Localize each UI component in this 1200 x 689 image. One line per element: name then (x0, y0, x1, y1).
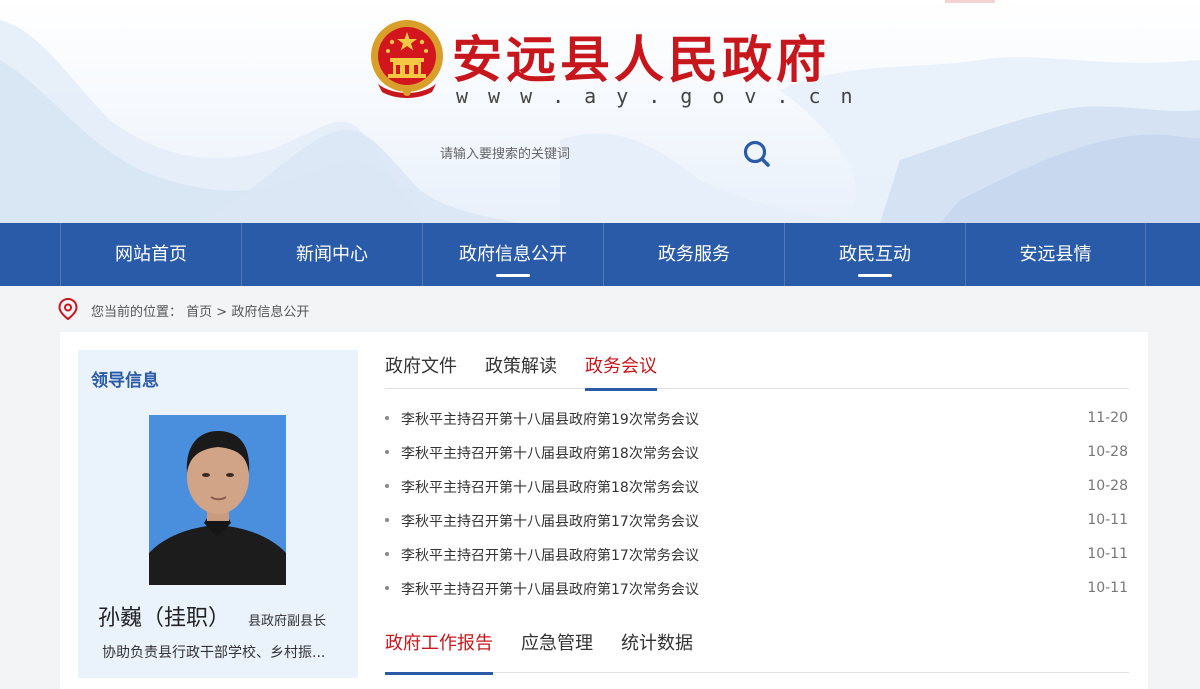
nav-active-indicator (858, 274, 892, 277)
tab-gov-meetings[interactable]: 政务会议 (585, 352, 657, 391)
breadcrumb-prefix: 您当前的位置： (91, 305, 183, 320)
leader-duty: 协助负责县行政干部学校、乡村振... (102, 645, 326, 661)
nav-item-label: 政务服务 (658, 244, 730, 265)
leader-photo[interactable] (149, 415, 286, 585)
news-date: 10-28 (1087, 478, 1128, 494)
leader-card[interactable]: 领导信息 孙巍（挂职） 县政府副县长 协助负责县行政干部学校、乡村振... (78, 350, 358, 678)
list-item[interactable]: 李秋平主持召开第十八届县政府第17次常务会议 10-11 (385, 538, 1129, 572)
top-accent-bar (945, 0, 995, 3)
breadcrumb-current-link[interactable]: 政府信息公开 (231, 305, 309, 320)
bullet-icon (385, 518, 389, 522)
breadcrumb-home-link[interactable]: 首页 (186, 305, 212, 320)
list-item[interactable]: 李秋平主持召开第十八届县政府第17次常务会议 10-11 (385, 572, 1129, 606)
tab-active-indicator (385, 672, 493, 675)
news-date: 10-28 (1087, 444, 1128, 460)
location-pin-icon (58, 298, 78, 320)
nav-item-label: 安远县情 (1019, 244, 1092, 265)
site-header: 安远县人民政府 www.ay.gov.cn (0, 0, 1200, 223)
leader-section-title: 领导信息 (91, 371, 159, 391)
bullet-icon (385, 484, 389, 488)
tab-policy-interpretation[interactable]: 政策解读 (485, 352, 557, 389)
leader-position: 县政府副县长 (248, 614, 327, 629)
site-url: www.ay.gov.cn (456, 84, 873, 108)
tab-label: 政府文件 (385, 356, 457, 377)
tab-label: 政务会议 (585, 356, 657, 377)
list-item[interactable]: 李秋平主持召开第十八届县政府第18次常务会议 10-28 (385, 436, 1129, 470)
nav-item-label: 网站首页 (115, 244, 187, 265)
news-title[interactable]: 李秋平主持召开第十八届县政府第17次常务会议 (401, 511, 699, 531)
list-item[interactable]: 李秋平主持召开第十八届县政府第17次常务会议 10-11 (385, 504, 1129, 538)
nav-item-home[interactable]: 网站首页 (60, 223, 241, 286)
nav-item-services[interactable]: 政务服务 (603, 223, 784, 286)
nav-item-label: 新闻中心 (296, 244, 368, 265)
nav-item-label: 政民互动 (839, 244, 911, 265)
nav-item-news[interactable]: 新闻中心 (241, 223, 422, 286)
news-title[interactable]: 李秋平主持召开第十八届县政府第18次常务会议 (401, 477, 699, 497)
search-icon[interactable] (740, 138, 774, 170)
news-title[interactable]: 李秋平主持召开第十八届县政府第17次常务会议 (401, 579, 699, 599)
leader-name[interactable]: 孙巍（挂职） (98, 600, 230, 632)
bullet-icon (385, 416, 389, 420)
news-date: 10-11 (1087, 580, 1128, 596)
news-date: 10-11 (1087, 546, 1128, 562)
news-date: 10-11 (1087, 512, 1128, 528)
news-date: 11-20 (1087, 410, 1128, 426)
bullet-icon (385, 586, 389, 590)
list-item[interactable]: 李秋平主持召开第十八届县政府第18次常务会议 10-28 (385, 470, 1129, 504)
tab-label: 统计数据 (621, 633, 693, 654)
search-box (424, 132, 784, 176)
list-item[interactable]: 李秋平主持召开第十八届县政府第19次常务会议 11-20 (385, 402, 1129, 436)
tab-statistics[interactable]: 统计数据 (621, 629, 693, 666)
tab-label: 政府工作报告 (385, 633, 493, 654)
news-title[interactable]: 李秋平主持召开第十八届县政府第17次常务会议 (401, 545, 699, 565)
news-title[interactable]: 李秋平主持召开第十八届县政府第19次常务会议 (401, 409, 699, 429)
nav-active-indicator (496, 274, 530, 277)
nav-item-county-info[interactable]: 安远县情 (965, 223, 1146, 286)
site-title: 安远县人民政府 (452, 30, 830, 89)
breadcrumb-separator: > (212, 305, 232, 320)
content-panel: 政府文件 政策解读 政务会议 李秋平主持召开第十八届县政府第19次常务会议 11… (370, 332, 1148, 689)
news-title[interactable]: 李秋平主持召开第十八届县政府第18次常务会议 (401, 443, 699, 463)
tab-gov-documents[interactable]: 政府文件 (385, 352, 457, 389)
tab-emergency-management[interactable]: 应急管理 (521, 629, 593, 666)
search-input[interactable] (424, 132, 734, 176)
nav-item-gov-info[interactable]: 政府信息公开 (422, 223, 603, 286)
national-emblem-icon (371, 20, 443, 98)
tab-bar-bottom: 政府工作报告 应急管理 统计数据 (385, 629, 1129, 675)
breadcrumb-text: 您当前的位置： 首页 > 政府信息公开 (91, 301, 309, 320)
nav-item-interaction[interactable]: 政民互动 (784, 223, 965, 286)
nav-item-label: 政府信息公开 (459, 244, 567, 265)
tab-label: 应急管理 (521, 633, 593, 654)
tab-bar-top: 政府文件 政策解读 政务会议 (385, 352, 1129, 391)
bullet-icon (385, 450, 389, 454)
bullet-icon (385, 552, 389, 556)
tab-work-report[interactable]: 政府工作报告 (385, 629, 493, 675)
leader-panel: 领导信息 孙巍（挂职） 县政府副县长 协助负责县行政干部学校、乡村振... (60, 332, 370, 689)
tab-label: 政策解读 (485, 356, 557, 377)
main-navigation: 网站首页 新闻中心 政府信息公开 政务服务 政民互动 安远县情 (0, 223, 1200, 286)
tab-active-indicator (585, 388, 657, 391)
